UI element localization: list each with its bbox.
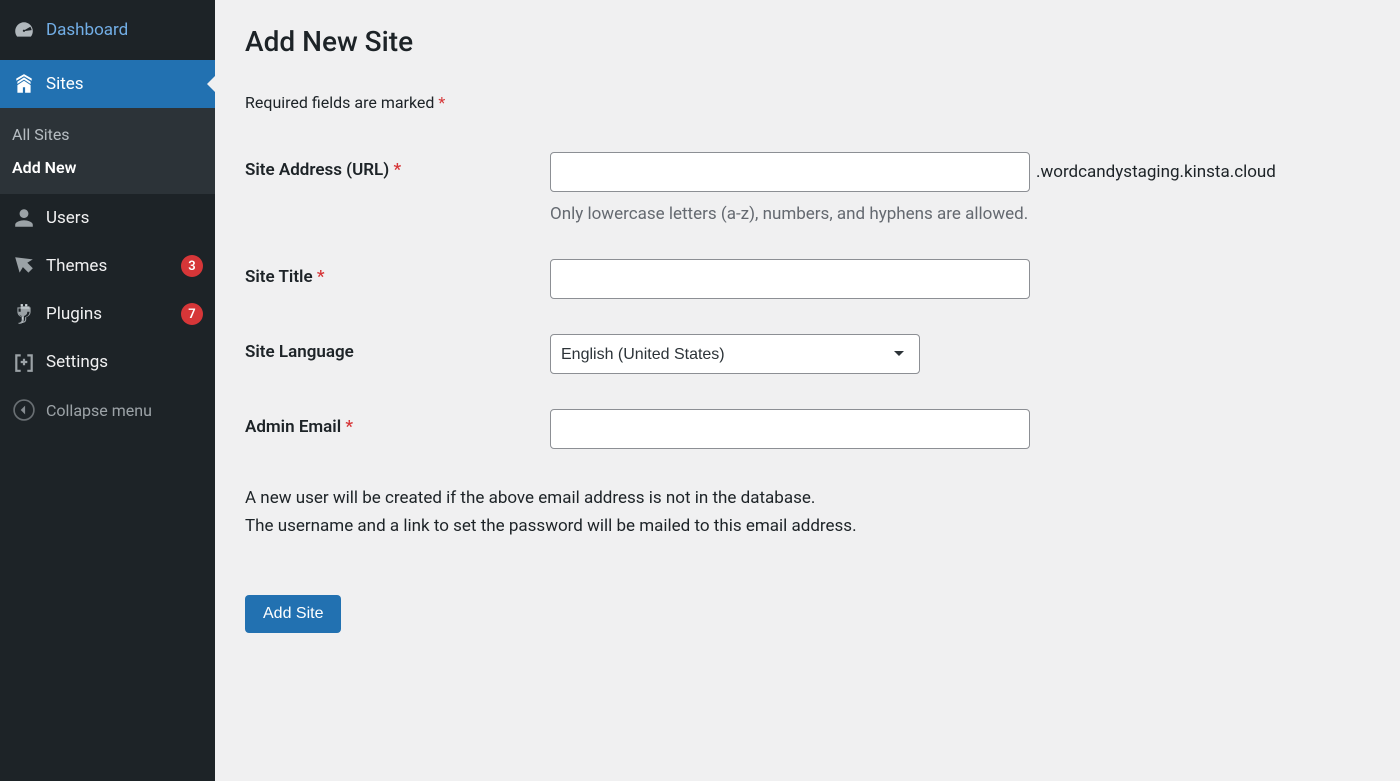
form-row-admin-email: Admin Email * (245, 409, 1370, 449)
sidebar-item-label: Plugins (46, 304, 173, 324)
form-row-site-address: Site Address (URL) * .wordcandystaging.k… (245, 152, 1370, 224)
page-title: Add New Site (245, 25, 1370, 58)
form-row-site-title: Site Title * (245, 259, 1370, 299)
site-address-help: Only lowercase letters (a-z), numbers, a… (550, 204, 1370, 224)
settings-icon (12, 350, 36, 374)
users-icon (12, 206, 36, 230)
required-fields-note: Required fields are marked * (245, 93, 1370, 112)
site-address-input[interactable] (550, 152, 1030, 192)
site-address-label: Site Address (URL) * (245, 152, 550, 180)
sidebar-item-dashboard[interactable]: Dashboard (0, 0, 215, 60)
collapse-icon (12, 398, 36, 422)
sidebar-item-plugins[interactable]: Plugins 7 (0, 290, 215, 338)
plugins-badge: 7 (181, 303, 203, 325)
sidebar-item-collapse[interactable]: Collapse menu (0, 386, 215, 434)
sidebar-item-label: Settings (46, 352, 203, 372)
submenu-item-all-sites[interactable]: All Sites (0, 118, 215, 151)
submenu-item-add-new[interactable]: Add New (0, 151, 215, 184)
themes-badge: 3 (181, 255, 203, 277)
form-description: A new user will be created if the above … (245, 484, 1370, 540)
site-title-input[interactable] (550, 259, 1030, 299)
site-address-suffix: .wordcandystaging.kinsta.cloud (1036, 162, 1276, 182)
sidebar-item-sites[interactable]: Sites (0, 60, 215, 108)
admin-sidebar: Dashboard Sites All Sites Add New Users … (0, 0, 215, 781)
sites-icon (12, 72, 36, 96)
sidebar-item-label: Themes (46, 256, 173, 276)
sidebar-item-label: Collapse menu (46, 401, 203, 420)
admin-email-label: Admin Email * (245, 409, 550, 437)
form-row-site-language: Site Language English (United States) (245, 334, 1370, 374)
plugins-icon (12, 302, 36, 326)
main-content: Add New Site Required fields are marked … (215, 0, 1400, 781)
dashboard-icon (12, 18, 36, 42)
sidebar-item-label: Users (46, 208, 203, 228)
admin-email-input[interactable] (550, 409, 1030, 449)
site-language-select[interactable]: English (United States) (550, 334, 920, 374)
sidebar-item-themes[interactable]: Themes 3 (0, 242, 215, 290)
add-site-button[interactable]: Add Site (245, 595, 341, 633)
sidebar-item-label: Dashboard (46, 20, 203, 40)
sidebar-item-label: Sites (46, 74, 203, 94)
themes-icon (12, 254, 36, 278)
sidebar-item-settings[interactable]: Settings (0, 338, 215, 386)
site-language-label: Site Language (245, 334, 550, 362)
site-title-label: Site Title * (245, 259, 550, 287)
sidebar-submenu-sites: All Sites Add New (0, 108, 215, 194)
sidebar-item-users[interactable]: Users (0, 194, 215, 242)
